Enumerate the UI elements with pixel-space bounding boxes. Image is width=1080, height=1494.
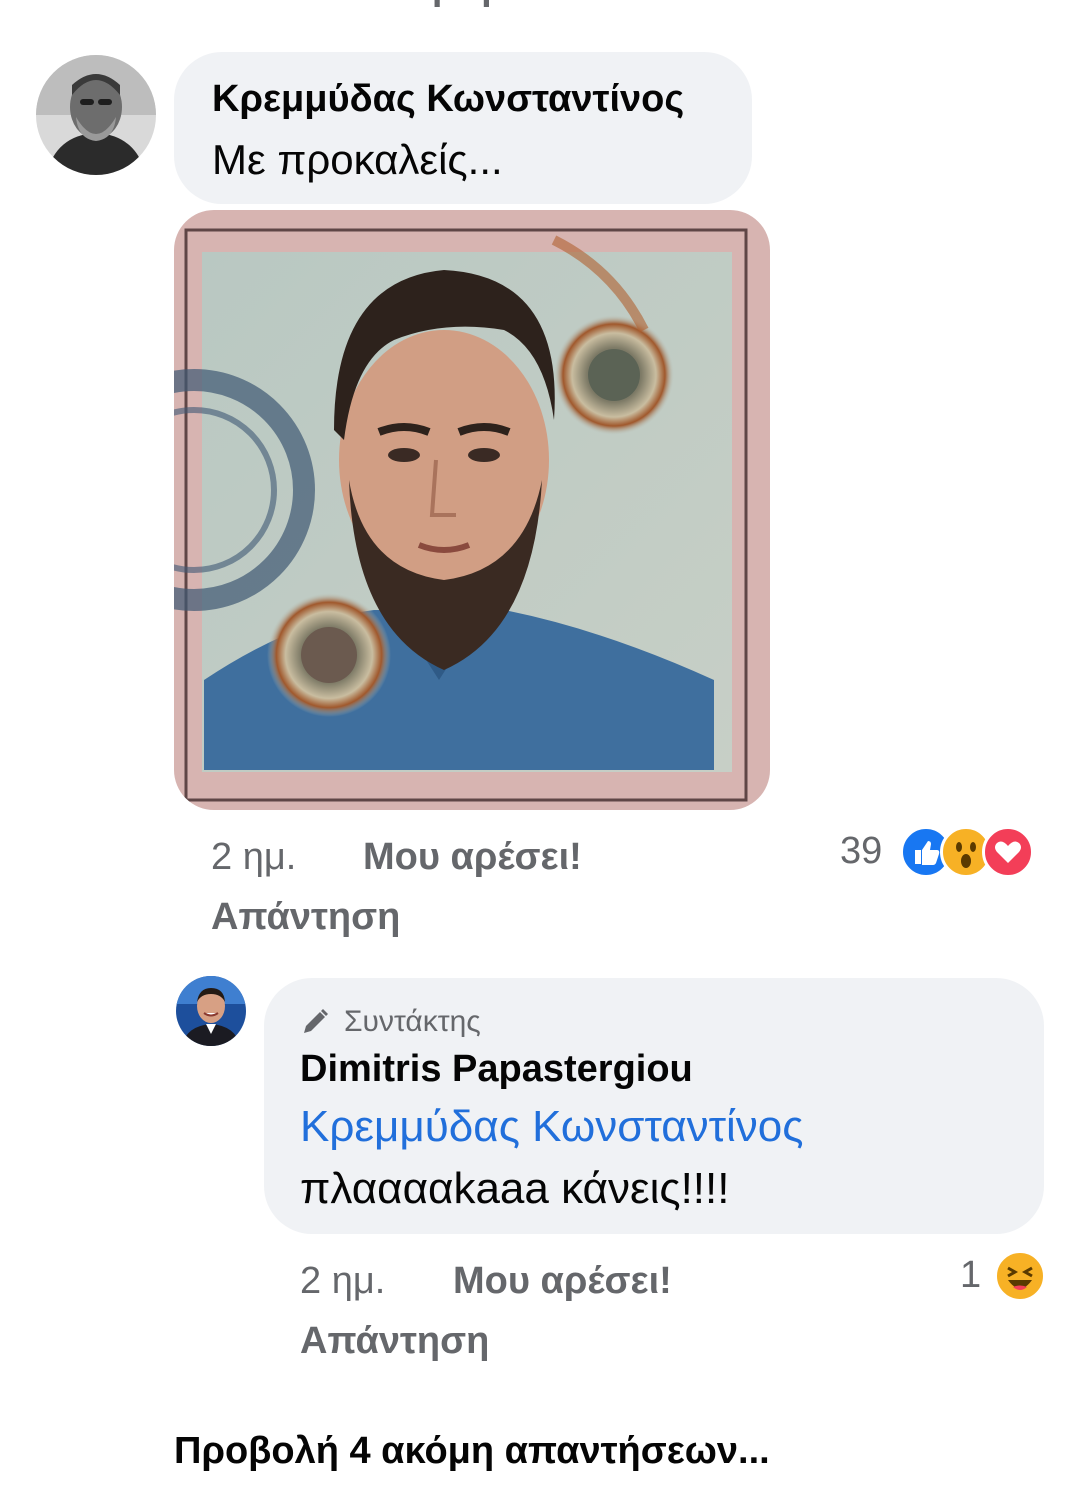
comment-bubble: Κρεμμύδας Κωνσταντίνος Με προκαλείς... [174,52,752,204]
editor-badge-label: Συντάκτης [344,1005,481,1038]
comment-like-button[interactable]: Μου αρέσει! [363,836,582,879]
haha-icon [994,1250,1046,1302]
reply-avatar[interactable] [176,976,246,1046]
comment-reply-button[interactable]: Απάντηση [211,896,400,939]
reply-reactions[interactable]: 1 [958,1250,1050,1302]
reply-reply-button[interactable]: Απάντηση [300,1320,489,1363]
pencil-icon [300,1007,330,1037]
view-more-replies-link[interactable]: Προβολή 4 ακόμη απαντήσεων... [174,1430,770,1473]
comment-time: 2 ημ. [211,836,297,878]
commenter-avatar[interactable] [36,55,156,175]
comment-photo[interactable] [174,210,770,810]
reply-reaction-count: 1 [960,1254,982,1296]
comment-reactions[interactable]: 39 [838,826,1048,878]
reaction-count: 39 [840,830,883,872]
reply-mention[interactable]: Κρεμμύδας Κωνσταντίνος [300,1102,803,1152]
previous-reply-link[interactable]: Απάντηση [302,0,491,9]
editor-badge: Συντάκτης [300,1004,481,1040]
reply-author[interactable]: Dimitris Papastergiou [300,1048,693,1091]
reply-time: 2 ημ. [300,1260,386,1302]
comment-text: Με προκαλείς... [212,136,503,183]
reply-like-button[interactable]: Μου αρέσει! [453,1260,672,1303]
comment-author[interactable]: Κρεμμύδας Κωνσταντίνος [212,78,684,121]
love-icon [982,826,1034,878]
reply-bubble: Συντάκτης Dimitris Papastergiou Κρεμμύδα… [264,978,1044,1234]
reply-text: πλααααkaaa κάνεις!!!! [300,1164,730,1213]
